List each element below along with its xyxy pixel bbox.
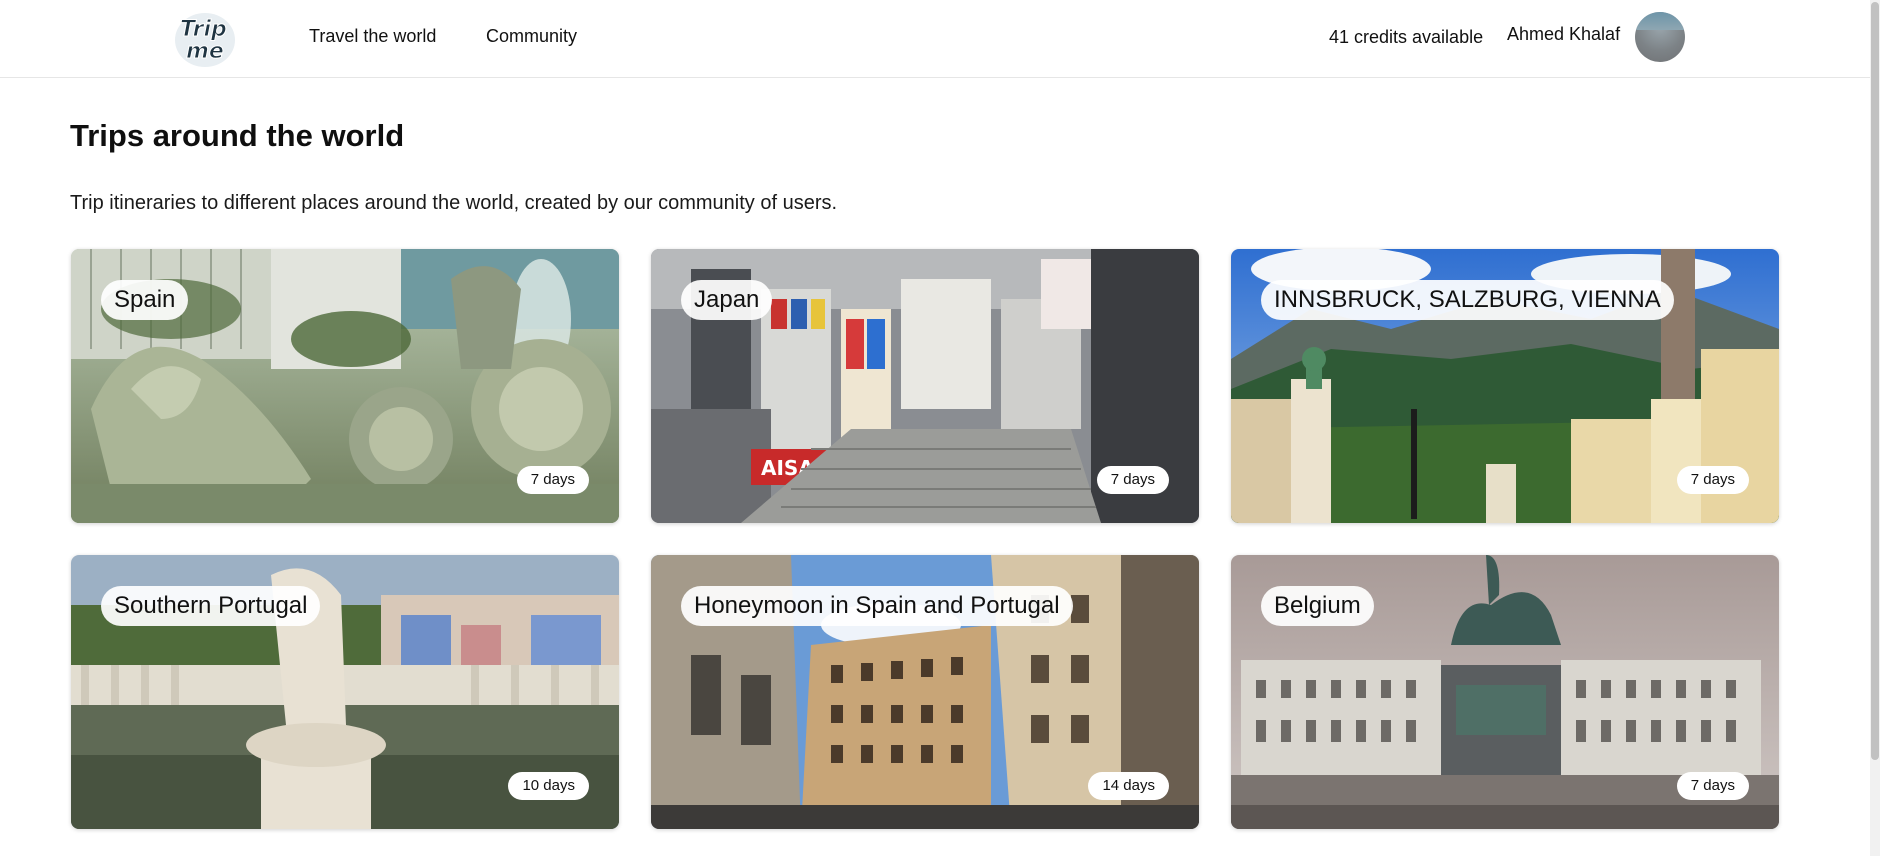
trip-card-honeymoon-spain-portugal[interactable]: Honeymoon in Spain and Portugal 14 days bbox=[651, 555, 1199, 829]
trip-card-title: Honeymoon in Spain and Portugal bbox=[681, 586, 1073, 626]
trip-card-spain[interactable]: Spain 7 days bbox=[71, 249, 619, 523]
trip-card-title: Belgium bbox=[1261, 586, 1374, 626]
svg-text:me: me bbox=[186, 39, 224, 64]
trip-duration-badge: 7 days bbox=[1676, 466, 1749, 494]
trip-card-japan[interactable]: AISAN Japan 7 days bbox=[651, 249, 1199, 523]
trip-card-title: Spain bbox=[101, 280, 189, 320]
user-name[interactable]: Ahmed Khalaf bbox=[1507, 24, 1620, 45]
trip-duration-badge: 7 days bbox=[516, 466, 589, 494]
top-navigation-bar: Trip me Travel the world Community 41 cr… bbox=[0, 0, 1880, 78]
trip-card-belgium[interactable]: Belgium 7 days bbox=[1231, 555, 1779, 829]
trip-card-southern-portugal[interactable]: Southern Portugal 10 days bbox=[71, 555, 619, 829]
page-subtitle: Trip itineraries to different places aro… bbox=[70, 192, 838, 214]
page-scrollbar[interactable] bbox=[1870, 0, 1880, 856]
avatar[interactable] bbox=[1635, 12, 1685, 62]
trip-duration-badge: 7 days bbox=[1676, 772, 1749, 800]
trip-duration-badge: 7 days bbox=[1096, 466, 1169, 494]
trip-me-logo[interactable]: Trip me bbox=[172, 6, 238, 70]
trip-card-title: Japan bbox=[681, 280, 773, 320]
trip-card-title: INNSBRUCK, SALZBURG, VIENNA bbox=[1261, 280, 1674, 320]
trip-duration-badge: 14 days bbox=[1088, 772, 1169, 800]
nav-community[interactable]: Community bbox=[486, 26, 577, 47]
trip-duration-badge: 10 days bbox=[508, 772, 589, 800]
page-title: Trips around the world bbox=[70, 118, 405, 153]
credits-counter: 41 credits available bbox=[1329, 27, 1484, 47]
trip-card-innsbruck-salzburg-vienna[interactable]: INNSBRUCK, SALZBURG, VIENNA 7 days bbox=[1231, 249, 1779, 523]
trip-card-title: Southern Portugal bbox=[101, 586, 321, 626]
nav-travel-the-world[interactable]: Travel the world bbox=[309, 26, 436, 47]
scrollbar-thumb[interactable] bbox=[1871, 2, 1879, 760]
